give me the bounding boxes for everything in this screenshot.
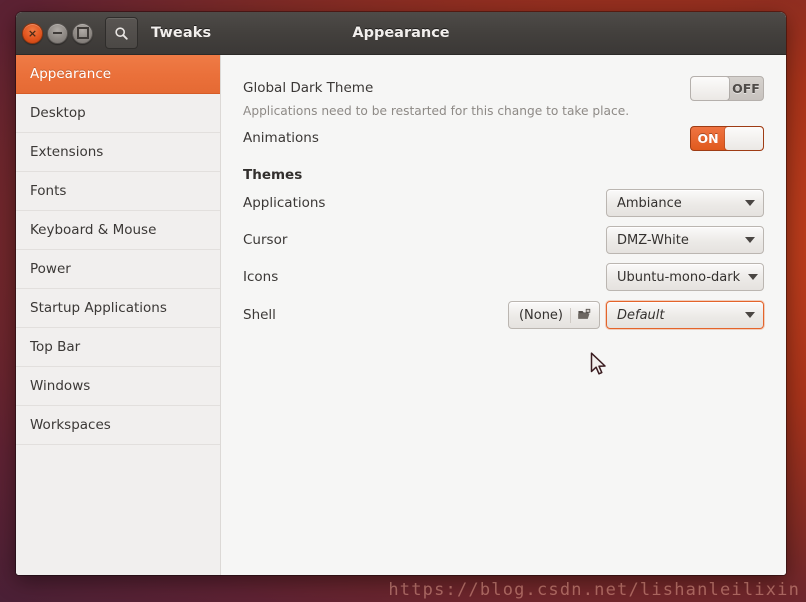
window-body: Appearance Desktop Extensions Fonts Keyb…: [16, 55, 786, 575]
sidebar-item-fonts[interactable]: Fonts: [16, 172, 220, 211]
global-dark-theme-description: Applications need to be restarted for th…: [243, 104, 630, 118]
animations-label: Animations: [243, 130, 319, 146]
toggle-state-label: OFF: [732, 80, 760, 96]
icons-theme-label: Icons: [243, 269, 279, 285]
cursor-theme-controls: DMZ-White: [606, 226, 764, 254]
sidebar-item-label: Extensions: [30, 144, 104, 160]
cursor-theme-dropdown[interactable]: DMZ-White: [606, 226, 764, 254]
shell-theme-dropdown[interactable]: Default: [606, 301, 764, 329]
chevron-down-icon: [745, 237, 755, 243]
global-dark-theme-controls: OFF: [690, 75, 764, 101]
sidebar-item-desktop[interactable]: Desktop: [16, 94, 220, 133]
chevron-down-icon: [748, 274, 759, 280]
applications-theme-label: Applications: [243, 195, 326, 211]
minimize-button[interactable]: [47, 22, 68, 44]
cursor-theme-label: Cursor: [243, 232, 288, 248]
setting-row-global-dark-theme: Global Dark Theme OFF: [243, 73, 764, 103]
sidebar-item-appearance[interactable]: Appearance: [16, 55, 220, 94]
shell-theme-file-value: (None): [519, 307, 571, 323]
close-icon: ×: [27, 26, 38, 40]
icons-theme-value: Ubuntu-mono-dark: [617, 269, 741, 285]
search-button[interactable]: [105, 17, 138, 49]
icons-theme-dropdown[interactable]: Ubuntu-mono-dark: [606, 263, 764, 291]
animations-toggle[interactable]: ON: [690, 125, 764, 151]
sidebar-item-startup-applications[interactable]: Startup Applications: [16, 289, 220, 328]
minimize-icon: [53, 32, 62, 34]
setting-row-cursor-theme: Cursor DMZ-White: [243, 225, 764, 255]
setting-row-icons-theme: Icons Ubuntu-mono-dark: [243, 262, 764, 292]
icons-theme-controls: Ubuntu-mono-dark: [606, 263, 764, 291]
sidebar-item-label: Startup Applications: [30, 300, 167, 316]
folder-open-icon: [577, 308, 592, 322]
sidebar-item-label: Appearance: [30, 66, 112, 82]
sidebar-item-extensions[interactable]: Extensions: [16, 133, 220, 172]
app-name-label: Tweaks: [151, 25, 212, 41]
sidebar-item-label: Fonts: [30, 183, 67, 199]
sidebar-item-windows[interactable]: Windows: [16, 367, 220, 406]
setting-row-applications-theme: Applications Ambiance: [243, 188, 764, 218]
sidebar-item-workspaces[interactable]: Workspaces: [16, 406, 220, 445]
sidebar: Appearance Desktop Extensions Fonts Keyb…: [16, 55, 221, 575]
chevron-down-icon: [745, 312, 755, 318]
sidebar-item-label: Keyboard & Mouse: [30, 222, 157, 238]
applications-theme-value: Ambiance: [617, 195, 682, 211]
animations-controls: ON: [690, 125, 764, 151]
chevron-down-icon: [745, 200, 755, 206]
maximize-button[interactable]: [72, 22, 93, 44]
shell-theme-file-button[interactable]: (None): [507, 301, 600, 329]
setting-row-animations: Animations ON: [243, 123, 764, 153]
watermark-text: https://blog.csdn.net/lishanleilixin: [388, 580, 800, 600]
settings-panel: Global Dark Theme OFF Applications need …: [221, 55, 786, 575]
themes-section-heading: Themes: [243, 167, 303, 183]
applications-theme-dropdown[interactable]: Ambiance: [606, 189, 764, 217]
shell-theme-controls: (None) Default: [507, 301, 764, 329]
sidebar-item-label: Workspaces: [30, 417, 111, 433]
cursor-theme-value: DMZ-White: [617, 232, 689, 248]
tweaks-window: × Tweaks Appearance Appearance Desktop E…: [16, 12, 786, 575]
sidebar-item-top-bar[interactable]: Top Bar: [16, 328, 220, 367]
sidebar-item-keyboard-mouse[interactable]: Keyboard & Mouse: [16, 211, 220, 250]
toggle-state-label: ON: [697, 130, 719, 146]
global-dark-theme-label: Global Dark Theme: [243, 80, 374, 96]
sidebar-item-label: Windows: [30, 378, 91, 394]
toggle-knob: [691, 76, 729, 100]
applications-theme-controls: Ambiance: [606, 189, 764, 217]
shell-theme-value: Default: [617, 307, 665, 323]
mouse-cursor: [590, 352, 608, 381]
sidebar-item-label: Power: [30, 261, 71, 277]
search-icon: [115, 26, 128, 40]
sidebar-item-power[interactable]: Power: [16, 250, 220, 289]
sidebar-item-label: Top Bar: [30, 339, 81, 355]
setting-row-shell-theme: Shell (None) Default: [243, 300, 764, 330]
shell-theme-label: Shell: [243, 307, 276, 323]
maximize-icon: [76, 27, 89, 39]
window-controls: ×: [16, 22, 93, 44]
global-dark-theme-toggle[interactable]: OFF: [690, 75, 764, 101]
desktop-background: × Tweaks Appearance Appearance Desktop E…: [0, 0, 806, 602]
close-button[interactable]: ×: [22, 22, 43, 44]
sidebar-item-label: Desktop: [30, 105, 86, 121]
toggle-knob: [725, 126, 763, 150]
window-titlebar: × Tweaks Appearance: [16, 12, 786, 55]
